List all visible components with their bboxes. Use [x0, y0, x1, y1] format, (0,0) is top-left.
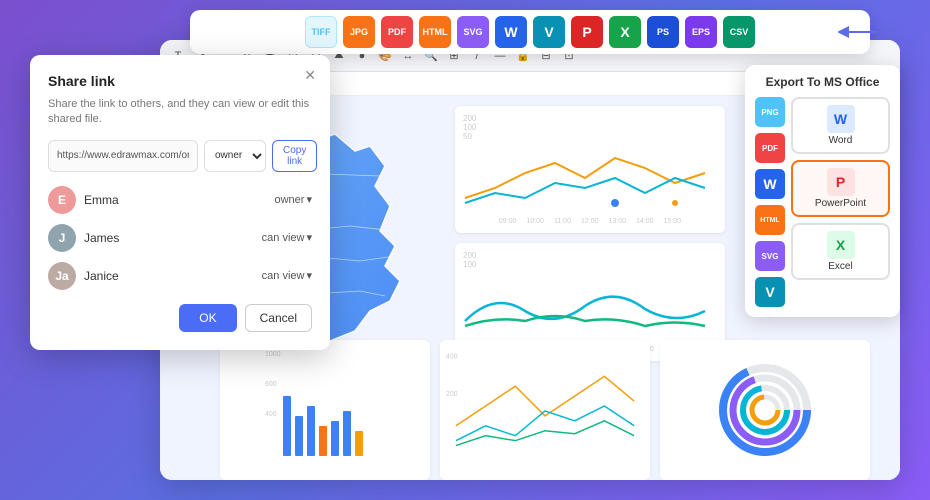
export-toolbar: TIFF JPG PDF HTML SVG W V P X PS EPS CSV [190, 10, 870, 54]
ms-html-icon[interactable]: HTML [755, 205, 785, 235]
user-role-emma[interactable]: owner ▾ [275, 193, 313, 206]
svg-text:400: 400 [265, 411, 277, 418]
word-label: Word [829, 135, 853, 146]
svg-text:600: 600 [265, 381, 277, 388]
dialog-title: Share link [48, 73, 312, 89]
svg-text:1000: 1000 [265, 351, 281, 358]
user-row-emma: E Emma owner ▾ [48, 186, 312, 214]
chart1-xaxis: 09:0010:0011:0012:0013:0014:0015:00 [463, 218, 717, 225]
link-input[interactable] [48, 140, 198, 172]
svg-text:200: 200 [446, 391, 458, 398]
ppt-app-icon: P [827, 168, 855, 196]
export-jpg-icon[interactable]: JPG [343, 16, 375, 48]
excel-label: Excel [828, 261, 852, 272]
user-role-janice[interactable]: can view ▾ [262, 269, 312, 282]
ms-svg-icon[interactable]: SVG [755, 241, 785, 271]
excel-app-icon: X [827, 231, 855, 259]
export-eps-icon[interactable]: EPS [685, 16, 717, 48]
dialog-description: Share the link to others, and they can v… [48, 97, 312, 128]
user-row-james: J James can view ▾ [48, 224, 312, 252]
avatar-james: J [48, 224, 76, 252]
ms-office-items: PNG PDF W HTML SVG V W Word P PowerPoint… [755, 97, 890, 307]
ms-powerpoint-item[interactable]: P PowerPoint [791, 160, 890, 217]
bar-chart: 1000 600 400 [220, 340, 430, 480]
user-name-emma: Emma [84, 193, 267, 207]
ms-word-side-icon[interactable]: W [755, 169, 785, 199]
ms-pdf-icon[interactable]: PDF [755, 133, 785, 163]
chart1-yaxis: 20010050 [463, 114, 717, 141]
ms-office-title: Export To MS Office [755, 75, 890, 89]
owner-select[interactable]: owner [204, 140, 266, 172]
chart2-yaxis: 200100 [463, 251, 717, 269]
user-name-james: James [84, 231, 254, 245]
word-app-icon: W [827, 105, 855, 133]
chart2-svg [463, 271, 717, 341]
ms-excel-item[interactable]: X Excel [791, 223, 890, 280]
ms-office-panel: Export To MS Office PNG PDF W HTML SVG V… [745, 65, 900, 317]
share-dialog: Share link ✕ Share the link to others, a… [30, 55, 330, 350]
export-tiff-icon[interactable]: TIFF [305, 16, 337, 48]
dialog-actions: OK Cancel [48, 304, 312, 332]
link-row: owner Copy link [48, 140, 312, 172]
arrow-indicator [838, 22, 888, 48]
export-visio-icon[interactable]: V [533, 16, 565, 48]
powerpoint-label: PowerPoint [815, 198, 866, 209]
export-ps-icon[interactable]: PS [647, 16, 679, 48]
line-chart-1: 20010050 09:0010:0011:0012:0013:0014:001… [455, 106, 725, 233]
export-excel-icon[interactable]: X [609, 16, 641, 48]
export-pdf-icon[interactable]: PDF [381, 16, 413, 48]
export-svg-icon[interactable]: SVG [457, 16, 489, 48]
user-row-janice: Ja Janice can view ▾ [48, 262, 312, 290]
bar-chart-svg: 1000 600 400 [226, 346, 424, 466]
cancel-button[interactable]: Cancel [245, 304, 312, 332]
export-ppt-icon[interactable]: P [571, 16, 603, 48]
radial-svg [715, 360, 815, 460]
multi-line-chart: 400 200 [440, 340, 650, 480]
avatar-janice: Ja [48, 262, 76, 290]
charts-area: 20010050 09:0010:0011:0012:0013:0014:001… [455, 106, 725, 371]
user-name-janice: Janice [84, 269, 254, 283]
ms-word-item[interactable]: W Word [791, 97, 890, 154]
chart1-svg [463, 143, 717, 213]
ms-png-icon[interactable]: PNG [755, 97, 785, 127]
ms-visio-icon[interactable]: V [755, 277, 785, 307]
user-role-james[interactable]: can view ▾ [262, 231, 312, 244]
export-word-icon[interactable]: W [495, 16, 527, 48]
bottom-charts: 1000 600 400 400 200 [220, 340, 870, 480]
multi-line-svg: 400 200 [446, 346, 644, 466]
ok-button[interactable]: OK [179, 304, 236, 332]
radial-chart [660, 340, 870, 480]
svg-text:400: 400 [446, 353, 458, 360]
avatar-emma: E [48, 186, 76, 214]
close-button[interactable]: ✕ [304, 67, 316, 84]
export-csv-icon[interactable]: CSV [723, 16, 755, 48]
export-html-icon[interactable]: HTML [419, 16, 451, 48]
ms-right-items: W Word P PowerPoint X Excel [791, 97, 890, 307]
ms-left-icons: PNG PDF W HTML SVG V [755, 97, 785, 307]
copy-link-button[interactable]: Copy link [272, 140, 317, 172]
